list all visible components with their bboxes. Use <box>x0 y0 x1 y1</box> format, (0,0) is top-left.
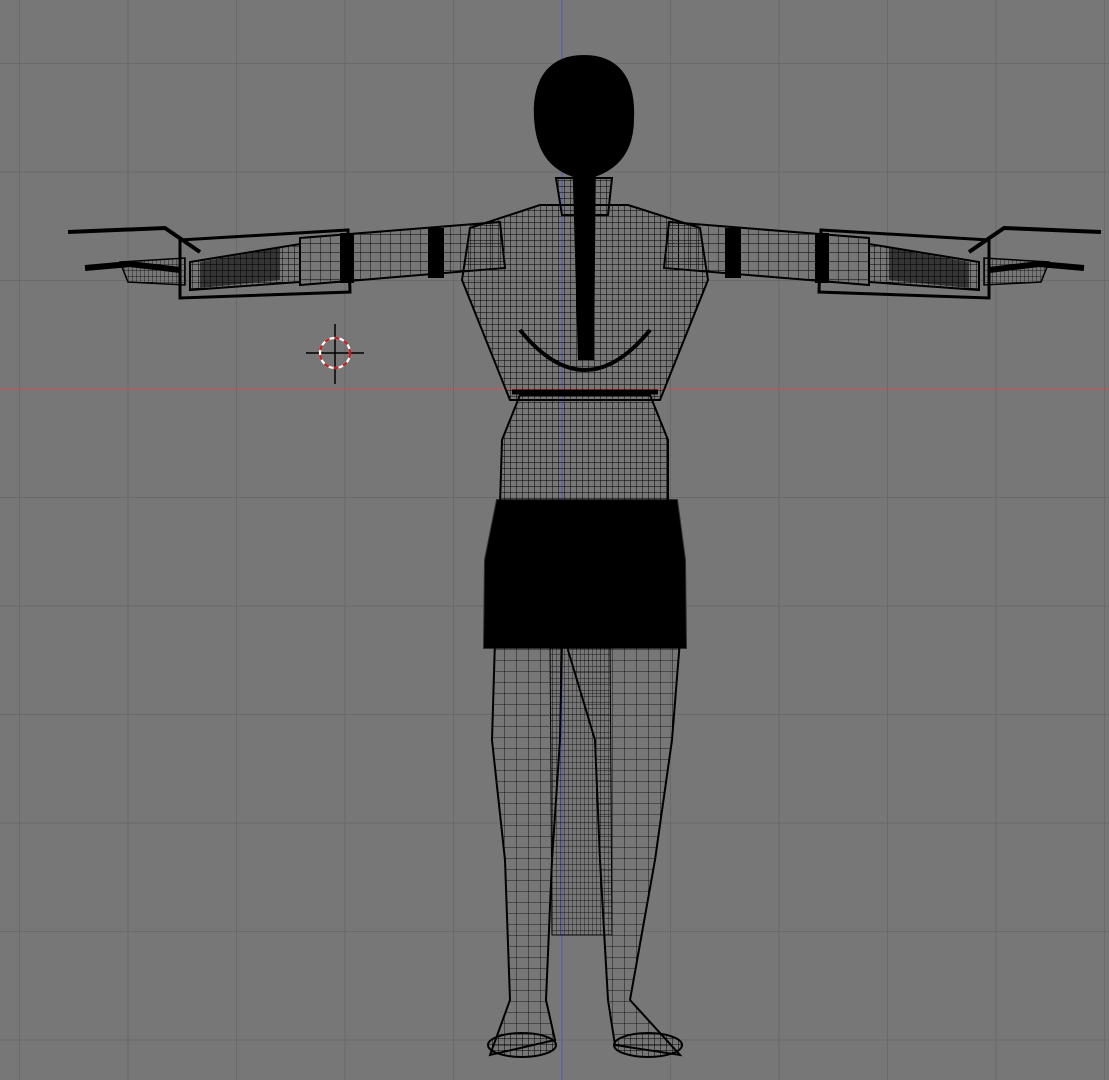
viewport-canvas[interactable] <box>0 0 1109 1080</box>
3d-viewport[interactable] <box>0 0 1109 1080</box>
waist-mesh <box>498 394 669 506</box>
